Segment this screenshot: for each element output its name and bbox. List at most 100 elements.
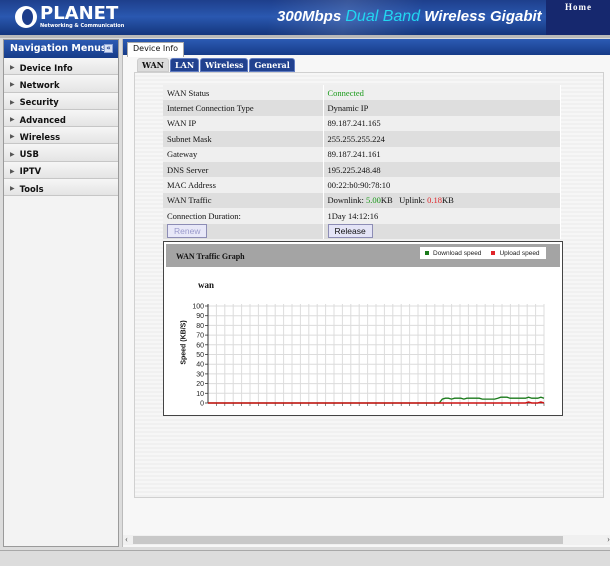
renew-button[interactable]: Renew: [167, 224, 208, 239]
mac-address-value: 00:22:b0:90:78:10: [323, 177, 561, 193]
wan-status-label: WAN Status: [163, 85, 324, 101]
logo-name: PLANET: [40, 3, 119, 24]
planet-logo: PLANET Networking & Communication: [15, 5, 124, 29]
connection-type-label: Internet Connection Type: [163, 100, 324, 116]
logo-tagline: Networking & Communication: [40, 23, 125, 29]
sidebar-item-advanced[interactable]: ▶ Advanced: [4, 109, 118, 128]
wan-traffic-value: Downlink: 5.00KB Uplink: 0.18KB: [323, 192, 561, 209]
triangle-right-icon: ▶: [10, 116, 15, 124]
banner-divider: [0, 35, 610, 38]
wan-info-table: WAN Status Connected Internet Connection …: [163, 85, 561, 239]
y-tick-label: 60: [196, 342, 204, 349]
y-tick-label: 100: [192, 304, 204, 311]
subtab-bar: WAN LAN Wireless General: [137, 58, 296, 72]
home-link[interactable]: Home: [565, 2, 592, 12]
traffic-chart: 0 10 20 30 40 50 60 70 80 90 100: [192, 304, 545, 408]
product-title-accent: Dual Band: [345, 8, 421, 25]
y-tick-label: 20: [196, 381, 204, 388]
downlink-label: Downlink:: [327, 195, 366, 206]
table-row: DNS Server 195.225.248.48: [163, 161, 561, 178]
wan-ip-label: WAN IP: [163, 115, 324, 132]
sidebar-item-iptv[interactable]: ▶ IPTV: [4, 161, 118, 180]
scrollbar-thumb[interactable]: [133, 536, 563, 544]
page-tab-bar: [123, 39, 610, 55]
main-content: Device Info WAN LAN Wireless General WAN…: [122, 39, 610, 547]
sidebar-item-usb[interactable]: ▶ USB: [4, 144, 118, 162]
sidebar-item-label: Network: [19, 79, 60, 90]
sidebar-item-device-info[interactable]: ▶ Device Info: [4, 58, 118, 76]
gateway-value: 89.187.241.161: [323, 146, 561, 162]
navigation-header: Navigation Menus «: [4, 40, 118, 58]
sidebar-item-network[interactable]: ▶ Network: [4, 75, 118, 93]
tab-device-info[interactable]: Device Info: [127, 42, 185, 57]
sidebar-item-label: Device Info: [19, 62, 73, 73]
sidebar-item-label: Advanced: [19, 114, 66, 125]
wan-traffic-graph: WAN Traffic Graph Download speed Upload …: [163, 241, 563, 416]
planet-globe-icon: [15, 6, 37, 28]
table-row: MAC Address 00:22:b0:90:78:10: [163, 177, 561, 193]
sidebar-item-wireless[interactable]: ▶ Wireless: [4, 127, 118, 145]
uplink-label: Uplink:: [399, 195, 428, 206]
triangle-right-icon: ▶: [10, 64, 15, 72]
table-row: Renew Release: [163, 223, 561, 239]
gateway-label: Gateway: [163, 146, 324, 162]
subnet-mask-label: Subnet Mask: [163, 131, 324, 147]
product-title: 300Mbps Dual Band Wireless Gigabit Route: [277, 8, 588, 26]
y-tick-label: 10: [196, 391, 204, 398]
table-row: WAN Traffic Downlink: 5.00KB Uplink: 0.18…: [163, 192, 561, 209]
wan-status-value: Connected: [323, 85, 561, 101]
table-row: WAN Status Connected: [163, 85, 561, 101]
triangle-right-icon: ▶: [10, 150, 15, 158]
horizontal-scrollbar[interactable]: ‹ ›: [123, 534, 610, 545]
triangle-right-icon: ▶: [10, 81, 15, 89]
sidebar-item-label: Wireless: [19, 131, 61, 142]
triangle-right-icon: ▶: [10, 167, 15, 175]
sidebar-item-security[interactable]: ▶ Security: [4, 92, 118, 110]
y-tick-label: 70: [196, 333, 204, 340]
triangle-right-icon: ▶: [10, 133, 15, 141]
release-button[interactable]: Release: [327, 224, 373, 239]
subtab-wan[interactable]: WAN: [137, 58, 169, 72]
product-title-prefix: 300Mbps: [277, 8, 346, 25]
triangle-right-icon: ▶: [10, 185, 15, 193]
wan-ip-value: 89.187.241.165: [323, 115, 561, 132]
sidebar-item-label: IPTV: [19, 166, 42, 177]
wan-traffic-label: WAN Traffic: [163, 192, 324, 209]
y-tick-label: 90: [196, 313, 204, 320]
uplink-value: 0.18: [427, 195, 443, 206]
connection-duration-value: 1Day 14:12:16: [323, 208, 561, 224]
y-tick-label: 40: [196, 362, 204, 369]
navigation-sidebar: Navigation Menus « ▶ Device Info ▶ Network…: [3, 39, 119, 547]
sidebar-item-label: USB: [19, 149, 39, 160]
sidebar-item-label: Security: [19, 97, 59, 108]
y-tick-label: 30: [196, 371, 204, 378]
y-tick-label: 80: [196, 323, 204, 330]
downlink-unit: KB: [380, 195, 393, 206]
dns-server-label: DNS Server: [163, 161, 324, 178]
mac-address-label: MAC Address: [163, 177, 324, 193]
subtab-wireless[interactable]: Wireless: [200, 58, 249, 72]
table-row: Internet Connection Type Dynamic IP: [163, 100, 561, 116]
table-row: WAN IP 89.187.241.165: [163, 115, 561, 132]
triangle-right-icon: ▶: [10, 98, 15, 106]
connection-duration-label: Connection Duration:: [163, 208, 324, 224]
downlink-value: 5.00: [366, 195, 381, 206]
subnet-mask-value: 255.255.255.224: [323, 131, 561, 147]
y-tick-label: 0: [200, 401, 204, 408]
table-row: Gateway 89.187.241.161: [163, 146, 561, 162]
scroll-left-icon[interactable]: ‹: [125, 534, 128, 544]
dns-server-value: 195.225.248.48: [323, 161, 561, 178]
y-tick-label: 50: [196, 352, 204, 359]
uplink-unit: KB: [442, 195, 454, 206]
navigation-title: Navigation Menus: [10, 43, 107, 54]
table-row: Connection Duration: 1Day 14:12:16: [163, 208, 561, 224]
sidebar-item-tools[interactable]: ▶ Tools: [4, 179, 118, 197]
subtab-lan[interactable]: LAN: [170, 58, 200, 72]
sidebar-item-label: Tools: [19, 183, 44, 194]
status-bar: [0, 550, 610, 566]
subtab-general[interactable]: General: [249, 58, 295, 72]
table-row: Subnet Mask 255.255.255.224: [163, 131, 561, 147]
header-banner: PLANET Networking & Communication 300Mbp…: [0, 0, 610, 37]
collapse-sidebar-icon[interactable]: «: [104, 44, 113, 53]
connection-type-value: Dynamic IP: [323, 100, 561, 116]
